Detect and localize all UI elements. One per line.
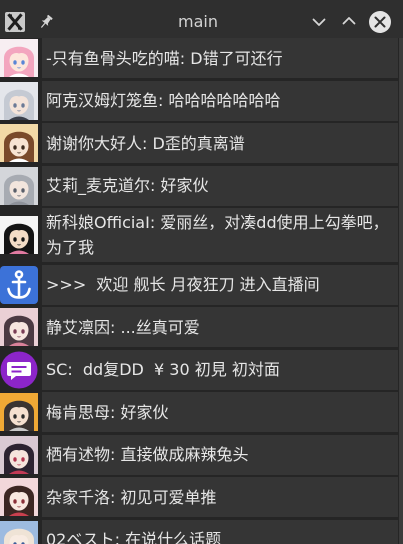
close-button[interactable] (368, 10, 392, 34)
avatar (0, 208, 38, 262)
avatar (0, 435, 38, 475)
chevron-down-icon (312, 18, 326, 26)
message-text: 杂家千洛: 初见可爱单推 (42, 477, 398, 517)
avatar-image (0, 435, 38, 474)
avatar (0, 265, 38, 305)
avatar (0, 166, 38, 206)
window-menu-button[interactable] (4, 11, 26, 33)
avatar-image (0, 351, 38, 388)
avatar-image (0, 124, 38, 162)
avatar (0, 392, 38, 432)
chat-message: 02ベスト: 在说什么话题 (0, 519, 398, 544)
chat-message: 静艾凛因: ...丝真可爱 (0, 307, 398, 347)
message-text: 阿克汉姆灯笼鱼: 哈哈哈哈哈哈哈 (42, 80, 398, 121)
minimize-button[interactable] (311, 14, 327, 30)
maximize-button[interactable] (341, 13, 357, 29)
super-chat-message: SC: dd复DD ¥ 30 初見 初対面 (0, 349, 398, 390)
chat-message: 阿克汉姆灯笼鱼: 哈哈哈哈哈哈哈 (0, 80, 398, 121)
avatar-image (0, 520, 38, 544)
chat-message: 杂家千洛: 初见可爱单推 (0, 477, 398, 517)
avatar (0, 123, 38, 163)
chat-message: 谢谢你大好人: D歪的真离谱 (0, 123, 398, 163)
message-text: >>> 欢迎 舰长 月夜狂刀 进入直播间 (42, 264, 398, 305)
message-text: 静艾凛因: ...丝真可爱 (42, 307, 398, 347)
message-text: 新科娘OfficiaI: 爱丽丝，对凑dd使用上勾拳吧，为了我 (42, 208, 398, 262)
chat-message: 栖有述物: 直接做成麻辣兔头 (0, 434, 398, 475)
avatar (0, 350, 38, 390)
chat-message: 新科娘OfficiaI: 爱丽丝，对凑dd使用上勾拳吧，为了我 (0, 208, 398, 262)
avatar-image (0, 216, 38, 254)
avatar (0, 38, 38, 78)
avatar-image (0, 265, 38, 304)
avatar (0, 520, 38, 544)
avatar-image (0, 166, 38, 205)
chevron-up-icon (342, 17, 356, 25)
avatar (0, 477, 38, 517)
pin-icon (40, 14, 53, 28)
title-bar: main (0, 0, 403, 38)
avatar-image (0, 308, 38, 346)
message-text: 栖有述物: 直接做成麻辣兔头 (42, 434, 398, 475)
avatar-image (0, 81, 38, 120)
avatar (0, 81, 38, 121)
welcome-message: >>> 欢迎 舰长 月夜狂刀 进入直播间 (0, 264, 398, 305)
message-text: -只有鱼骨头吃的喵: D错了可还行 (42, 38, 398, 78)
chat-message: 艾莉_麦克道尔: 好家伙 (0, 165, 398, 206)
app-icon (5, 12, 25, 32)
message-text: 梅肯思母: 好家伙 (42, 392, 398, 432)
avatar-image (0, 393, 38, 431)
chat-message: 梅肯思母: 好家伙 (0, 392, 398, 432)
message-text: SC: dd复DD ¥ 30 初見 初対面 (42, 349, 398, 390)
message-text: 艾莉_麦克道尔: 好家伙 (42, 165, 398, 206)
window-title: main (178, 12, 218, 31)
avatar-image (0, 39, 38, 77)
avatar (0, 307, 38, 347)
scrollbar-track[interactable] (399, 38, 403, 544)
message-text: 02ベスト: 在说什么话题 (42, 519, 398, 544)
avatar-image (0, 478, 38, 516)
pin-button[interactable] (38, 14, 54, 30)
message-list: -只有鱼骨头吃的喵: D错了可还行 阿克汉姆灯笼鱼: 哈哈哈哈哈哈哈 谢谢你大好… (0, 38, 398, 544)
chat-message: -只有鱼骨头吃的喵: D错了可还行 (0, 38, 398, 78)
message-text: 谢谢你大好人: D歪的真离谱 (42, 123, 398, 163)
close-icon (369, 11, 391, 33)
